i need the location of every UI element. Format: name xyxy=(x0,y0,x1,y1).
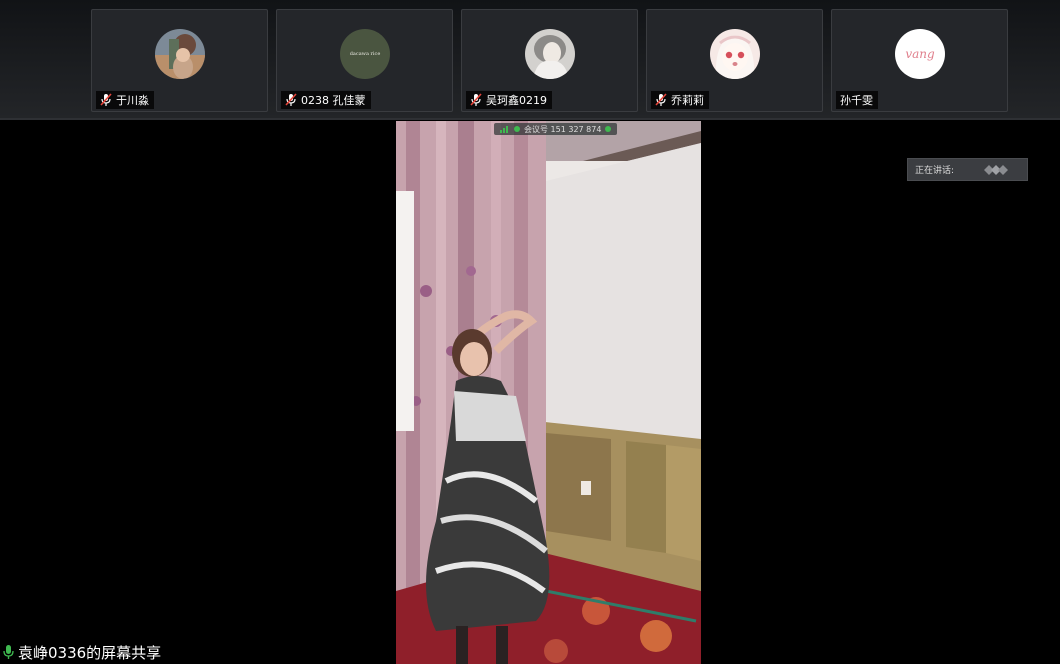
mic-muted-icon xyxy=(655,93,667,106)
mic-icon xyxy=(3,645,14,659)
participant-name: 乔莉莉 xyxy=(671,94,704,107)
participant-name-badge: 于川淼 xyxy=(96,91,154,109)
meeting-window: 于川淼 dacawa rice 0238 孔佳蒙 吴珂鑫0219 乔莉莉 van… xyxy=(0,0,1060,664)
participant-tile[interactable]: dacawa rice 0238 孔佳蒙 xyxy=(276,9,453,112)
participant-avatar xyxy=(525,29,575,79)
participant-name: 吴珂鑫0219 xyxy=(486,94,547,107)
participant-name-badge: 孙千雯 xyxy=(836,91,878,109)
speaking-indicator: 正在讲话: xyxy=(907,158,1028,181)
participant-name-badge: 吴珂鑫0219 xyxy=(466,91,552,109)
participant-name-badge: 0238 孔佳蒙 xyxy=(281,91,371,109)
secure-indicator-icon xyxy=(605,126,612,132)
share-label-text: 袁峥0336的屏幕共享 xyxy=(18,643,162,662)
meeting-id-badge: 会议号 151 327 874 xyxy=(494,123,618,135)
signal-icon xyxy=(500,126,508,133)
mic-muted-icon xyxy=(470,93,482,106)
participant-tile[interactable]: vang 孙千雯 xyxy=(831,9,1008,112)
speaking-label: 正在讲话: xyxy=(915,166,955,176)
video-frame-image xyxy=(396,121,701,664)
mic-muted-icon xyxy=(100,93,112,106)
shared-screen-video[interactable]: 会议号 151 327 874 xyxy=(396,121,701,664)
avatar-text: dacawa rice xyxy=(349,51,381,57)
participant-avatar: dacawa rice xyxy=(340,29,390,79)
participant-tile[interactable]: 乔莉莉 xyxy=(646,9,823,112)
participant-name: 孙千雯 xyxy=(840,94,873,107)
mic-muted-icon xyxy=(285,93,297,106)
status-dot-icon xyxy=(514,126,520,132)
participant-avatar xyxy=(155,29,205,79)
participant-avatar xyxy=(710,29,760,79)
participant-strip: 于川淼 dacawa rice 0238 孔佳蒙 吴珂鑫0219 乔莉莉 van… xyxy=(0,0,1060,120)
participant-name: 0238 孔佳蒙 xyxy=(301,94,366,107)
avatar-text: vang xyxy=(905,47,935,61)
participant-name-badge: 乔莉莉 xyxy=(651,91,709,109)
meeting-id-text: 会议号 151 327 874 xyxy=(524,124,602,134)
participant-tile[interactable]: 于川淼 xyxy=(91,9,268,112)
participant-avatar: vang xyxy=(895,29,945,79)
participant-tile[interactable]: 吴珂鑫0219 xyxy=(461,9,638,112)
screen-share-label: 袁峥0336的屏幕共享 xyxy=(3,641,161,663)
participant-name: 于川淼 xyxy=(116,94,149,107)
audio-wave-icon xyxy=(984,164,1009,175)
